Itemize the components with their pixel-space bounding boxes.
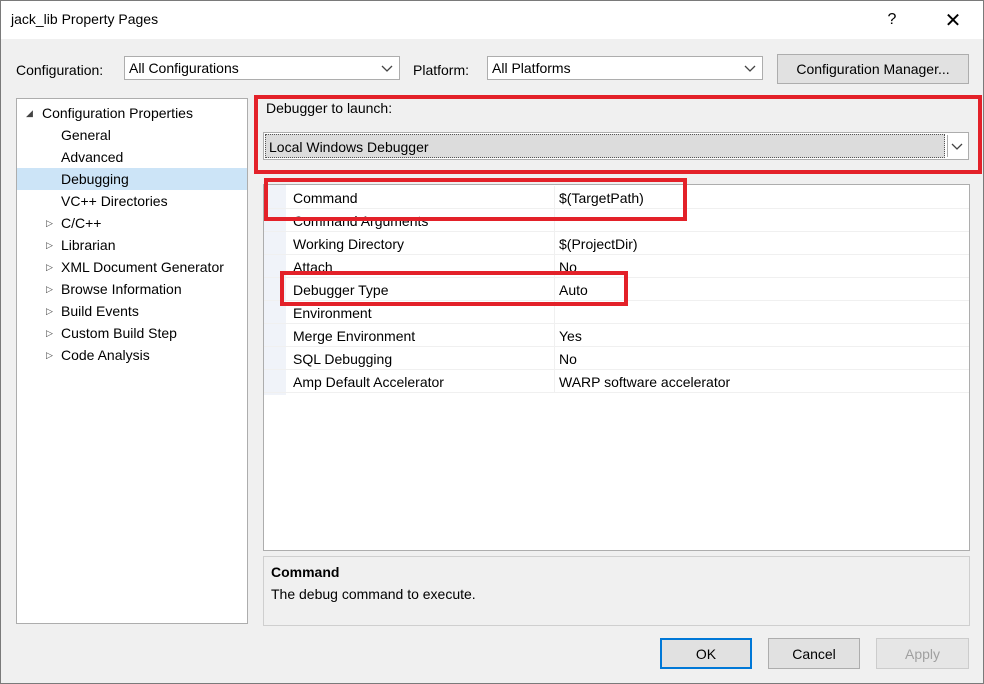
property-row-merge-environment[interactable]: Merge Environment Yes	[264, 324, 969, 347]
help-icon: ?	[887, 11, 897, 28]
platform-label: Platform:	[413, 62, 470, 78]
collapsed-arrow-icon[interactable]: ▷	[46, 300, 53, 322]
tree-root-configuration-properties[interactable]: ◢ Configuration Properties	[17, 102, 247, 124]
debugger-to-launch-label: Debugger to launch:	[266, 100, 393, 116]
column-divider	[554, 255, 555, 278]
collapsed-arrow-icon[interactable]: ▷	[46, 344, 53, 366]
tree-item-label: Custom Build Step	[61, 325, 177, 341]
property-value[interactable]: WARP software accelerator	[559, 374, 730, 390]
property-row-debugger-type[interactable]: Debugger Type Auto	[264, 278, 969, 301]
collapsed-arrow-icon[interactable]: ▷	[46, 322, 53, 344]
tree-root-label: Configuration Properties	[42, 105, 193, 121]
tree-item-label: Build Events	[61, 303, 139, 319]
property-value[interactable]: No	[559, 351, 577, 367]
expanded-arrow-icon: ◢	[26, 108, 33, 118]
tree-item-label: Librarian	[61, 237, 116, 253]
description-title: Command	[271, 564, 340, 580]
apply-button[interactable]: Apply	[876, 638, 969, 669]
property-name: Environment	[293, 305, 372, 321]
tree-item-custom-build-step[interactable]: ▷ Custom Build Step	[17, 322, 247, 344]
tree-item-label: Advanced	[61, 149, 124, 165]
property-value[interactable]: No	[559, 259, 577, 275]
tree-item-label: General	[61, 127, 111, 143]
tree-item-librarian[interactable]: ▷ Librarian	[17, 234, 247, 256]
property-row-environment[interactable]: Environment	[264, 301, 969, 324]
window-title: jack_lib Property Pages	[11, 11, 159, 27]
column-divider	[554, 347, 555, 370]
tree-item-label: Browse Information	[61, 281, 182, 297]
help-button[interactable]: ?	[869, 3, 915, 37]
debugger-to-launch-dropdown[interactable]: Local Windows Debugger	[263, 132, 969, 160]
configuration-dropdown[interactable]: All Configurations	[124, 56, 400, 80]
property-grid: Command $(TargetPath) Command Arguments …	[263, 184, 970, 551]
column-divider	[554, 301, 555, 324]
description-pane: Command The debug command to execute.	[263, 556, 970, 626]
configuration-label: Configuration:	[16, 62, 104, 78]
column-divider	[554, 209, 555, 232]
platform-dropdown[interactable]: All Platforms	[487, 56, 763, 80]
tree-item-vc-directories[interactable]: VC++ Directories	[17, 190, 247, 212]
tree-item-c-cpp[interactable]: ▷ C/C++	[17, 212, 247, 234]
property-value[interactable]: Yes	[559, 328, 582, 344]
property-name: Debugger Type	[293, 282, 389, 298]
tree-item-debugging[interactable]: Debugging	[17, 168, 247, 190]
tree-item-browse-information[interactable]: ▷ Browse Information	[17, 278, 247, 300]
property-row-sql-debugging[interactable]: SQL Debugging No	[264, 347, 969, 370]
ok-button[interactable]: OK	[660, 638, 752, 669]
collapsed-arrow-icon[interactable]: ▷	[46, 212, 53, 234]
collapsed-arrow-icon[interactable]: ▷	[46, 278, 53, 300]
property-value[interactable]: $(ProjectDir)	[559, 236, 638, 252]
column-divider	[554, 278, 555, 301]
chevron-down-icon	[381, 65, 393, 72]
property-name: Command	[293, 190, 358, 206]
debugger-selection-focus: Local Windows Debugger	[265, 134, 945, 158]
column-divider	[554, 370, 555, 393]
property-value[interactable]: $(TargetPath)	[559, 190, 644, 206]
tree-item-label: Debugging	[61, 171, 129, 187]
property-name: SQL Debugging	[293, 351, 393, 367]
description-text: The debug command to execute.	[271, 586, 476, 602]
property-pages-dialog: jack_lib Property Pages ? ✕ Configuratio…	[0, 0, 984, 684]
tree-item-label: Code Analysis	[61, 347, 150, 363]
close-button[interactable]: ✕	[930, 3, 976, 37]
property-name: Command Arguments	[293, 213, 429, 229]
collapsed-arrow-icon[interactable]: ▷	[46, 234, 53, 256]
tree-item-advanced[interactable]: Advanced	[17, 146, 247, 168]
title-bar: jack_lib Property Pages ? ✕	[1, 1, 983, 39]
property-row-command[interactable]: Command $(TargetPath)	[264, 186, 969, 209]
property-row-attach[interactable]: Attach No	[264, 255, 969, 278]
tree-item-build-events[interactable]: ▷ Build Events	[17, 300, 247, 322]
tree-item-label: XML Document Generator	[61, 259, 224, 275]
property-name: Working Directory	[293, 236, 404, 252]
debugger-to-launch-value: Local Windows Debugger	[269, 139, 429, 155]
platform-value: All Platforms	[492, 60, 571, 76]
tree-item-code-analysis[interactable]: ▷ Code Analysis	[17, 344, 247, 366]
property-name: Attach	[293, 259, 333, 275]
chevron-down-icon	[744, 65, 756, 72]
tree-item-general[interactable]: General	[17, 124, 247, 146]
property-name: Merge Environment	[293, 328, 416, 344]
close-icon: ✕	[944, 9, 962, 32]
property-row-working-directory[interactable]: Working Directory $(ProjectDir)	[264, 232, 969, 255]
configuration-value: All Configurations	[129, 60, 239, 76]
property-value[interactable]: Auto	[559, 282, 588, 298]
collapsed-arrow-icon[interactable]: ▷	[46, 256, 53, 278]
dropdown-separator	[947, 135, 948, 157]
tree-item-xml-document-generator[interactable]: ▷ XML Document Generator	[17, 256, 247, 278]
configuration-manager-button[interactable]: Configuration Manager...	[777, 54, 969, 84]
column-divider	[554, 324, 555, 347]
tree-item-label: C/C++	[61, 215, 102, 231]
property-name: Amp Default Accelerator	[293, 374, 444, 390]
cancel-button[interactable]: Cancel	[768, 638, 860, 669]
property-row-command-arguments[interactable]: Command Arguments	[264, 209, 969, 232]
configuration-tree: ◢ Configuration Properties General Advan…	[16, 98, 248, 624]
chevron-down-icon	[951, 143, 963, 150]
tree-item-label: VC++ Directories	[61, 193, 168, 209]
property-row-amp-default-accelerator[interactable]: Amp Default Accelerator WARP software ac…	[264, 370, 969, 393]
column-divider	[554, 232, 555, 255]
column-divider	[554, 186, 555, 209]
